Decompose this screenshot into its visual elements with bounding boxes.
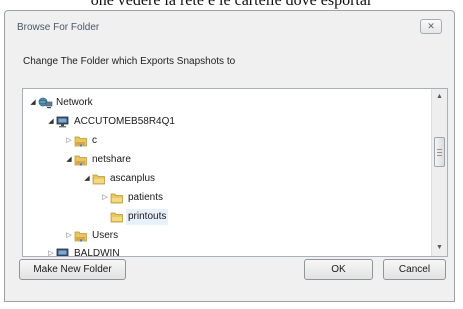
tree-item-ascanplus[interactable]: ◢ ascanplus (83, 171, 283, 187)
tree-item-computer[interactable]: ◢ ACCUTOMEB58R4Q1 (47, 114, 347, 130)
folder-icon (110, 192, 124, 204)
tree-item-users[interactable]: ▷ Users (65, 228, 265, 244)
tree-item-label: Network (56, 97, 93, 108)
grip-line (437, 152, 442, 153)
vertical-scrollbar[interactable]: ▲ ▼ (431, 89, 447, 256)
collapsed-arrow-icon[interactable]: ▷ (101, 190, 109, 206)
tree-item-c[interactable]: ▷ c (65, 133, 265, 149)
tree-item-label: c (92, 135, 97, 146)
ok-button[interactable]: OK (304, 259, 373, 280)
tree-item-label: ACCUTOMEB58R4Q1 (74, 116, 175, 127)
collapsed-arrow-icon[interactable]: ▷ (65, 228, 73, 244)
grip-line (437, 149, 442, 150)
shared-folder-icon (74, 230, 88, 242)
shared-folder-icon (74, 154, 88, 166)
collapsed-arrow-icon[interactable]: ▷ (47, 246, 55, 256)
dialog-title: Browse For Folder (17, 22, 100, 33)
tree-item-printouts[interactable]: printouts (101, 209, 301, 225)
expanded-arrow-icon[interactable]: ◢ (29, 95, 37, 111)
expanded-arrow-icon[interactable]: ◢ (65, 152, 73, 168)
tree-item-label: BALDWIN (74, 248, 120, 257)
folder-icon (92, 173, 106, 185)
background-caption: one vedere la rete e le cartelle dove es… (90, 0, 373, 9)
shared-folder-icon (74, 135, 88, 147)
folder-tree[interactable]: ◢ Network ◢ ACCUTOMEB58R4Q1 ▷ c ◢ netsha… (22, 88, 448, 257)
cancel-button[interactable]: Cancel (383, 259, 446, 280)
browse-for-folder-dialog: Browse For Folder ✕ Change The Folder wh… (4, 10, 455, 302)
folder-icon (110, 211, 124, 223)
scrollbar-thumb[interactable] (434, 137, 445, 167)
scroll-up-arrow-icon[interactable]: ▲ (432, 89, 447, 105)
grip-line (437, 155, 442, 156)
tree-item-label: printouts (126, 209, 169, 225)
computer-icon (56, 116, 70, 128)
tree-item-label: Users (92, 230, 119, 241)
close-button[interactable]: ✕ (420, 19, 442, 34)
instruction-text: Change The Folder which Exports Snapshot… (23, 56, 236, 67)
expanded-arrow-icon[interactable]: ◢ (47, 114, 55, 130)
scroll-down-arrow-icon[interactable]: ▼ (432, 240, 447, 256)
tree-item-netshare[interactable]: ◢ netshare (65, 152, 265, 168)
computer-icon (56, 248, 70, 256)
tree-item-baldwin[interactable]: ▷ BALDWIN (47, 246, 347, 257)
tree-item-patients[interactable]: ▷ patients (101, 190, 301, 206)
collapsed-arrow-icon[interactable]: ▷ (65, 133, 73, 149)
make-new-folder-button[interactable]: Make New Folder (19, 259, 126, 280)
tree-item-label: netshare (92, 154, 131, 165)
expanded-arrow-icon[interactable]: ◢ (83, 171, 91, 187)
tree-item-network[interactable]: ◢ Network (29, 95, 329, 111)
network-icon (38, 97, 53, 109)
tree-item-label: ascanplus (110, 173, 156, 184)
tree-item-label: patients (128, 192, 164, 203)
